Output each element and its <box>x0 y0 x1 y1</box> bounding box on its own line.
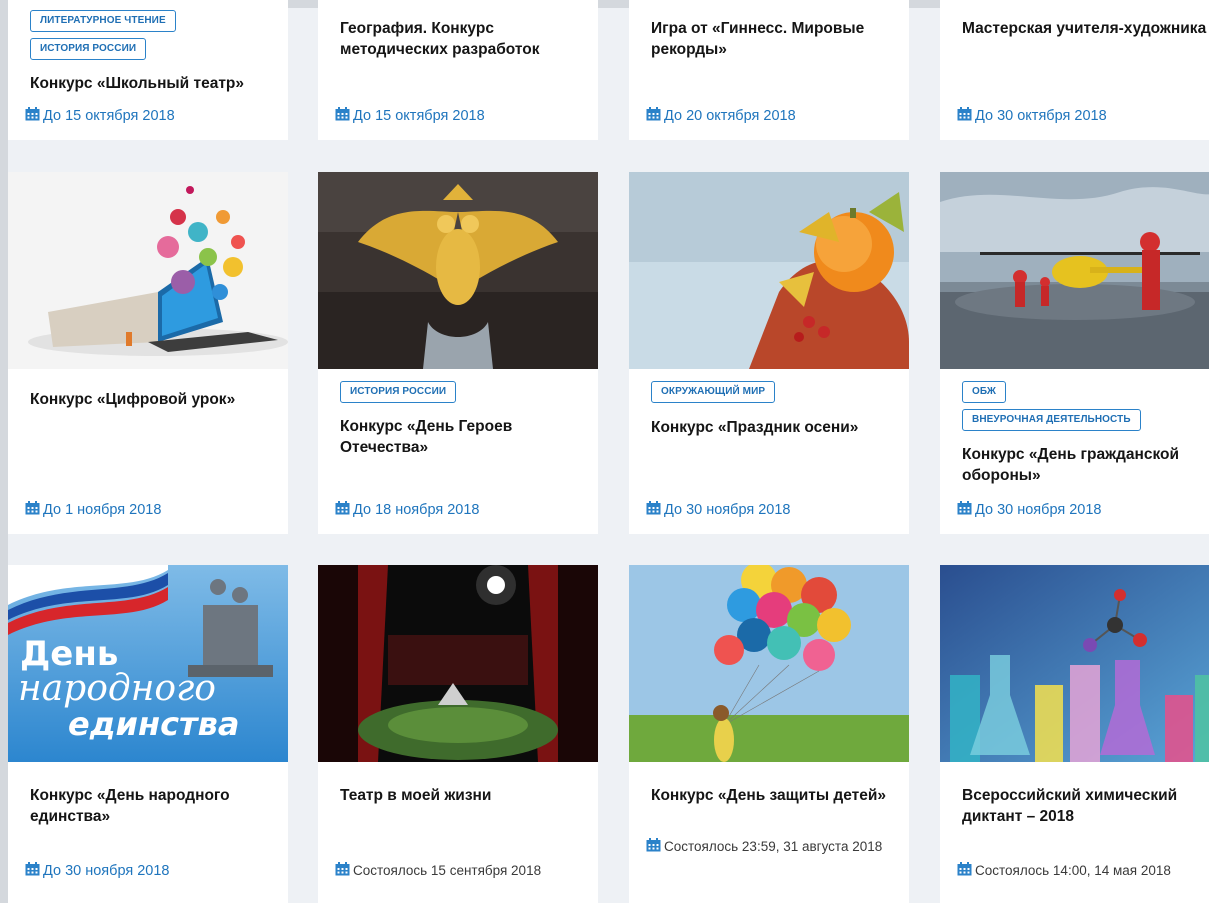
calendar-icon <box>25 107 40 121</box>
contest-card[interactable]: День народного единства Конкурс «День на… <box>8 565 288 903</box>
card-title[interactable]: Конкурс «Цифровой урок» <box>30 389 280 410</box>
card-date: Состоялось 14:00, 14 мая 2018 <box>957 857 1209 885</box>
card-title[interactable]: Конкурс «Праздник осени» <box>651 417 901 438</box>
subject-tag[interactable]: ЛИТЕРАТУРНОЕ ЧТЕНИЕ <box>30 10 176 32</box>
subject-tag[interactable]: ВНЕУРОЧНАЯ ДЕЯТЕЛЬНОСТЬ <box>962 409 1141 431</box>
card-image-chemistry[interactable] <box>940 565 1209 762</box>
calendar-icon <box>957 107 972 121</box>
contest-card[interactable]: Конкурс «День защиты детей» Состоялось 2… <box>629 565 909 903</box>
contest-card[interactable]: ЛИТЕРАТУРНОЕ ЧТЕНИЕ ИСТОРИЯ РОССИИ Конку… <box>8 0 288 140</box>
card-date: До 30 ноября 2018 <box>25 857 283 885</box>
card-image-helicopter[interactable] <box>940 172 1209 369</box>
calendar-icon <box>646 107 661 121</box>
contest-card[interactable]: Всероссийский химический диктант – 2018 … <box>940 565 1209 903</box>
card-image-digital-lesson[interactable] <box>8 172 288 369</box>
calendar-icon <box>957 862 972 876</box>
contest-card[interactable]: ОКРУЖАЮЩИЙ МИР Конкурс «Праздник осени» … <box>629 172 909 534</box>
subject-tag[interactable]: ИСТОРИЯ РОССИИ <box>30 38 147 60</box>
card-title[interactable]: Конкурс «День гражданской обороны» <box>962 444 1209 486</box>
contest-grid: ЛИТЕРАТУРНОЕ ЧТЕНИЕ ИСТОРИЯ РОССИИ Конку… <box>0 0 1209 903</box>
tag-list: ОБЖ ВНЕУРОЧНАЯ ДЕЯТЕЛЬНОСТЬ <box>962 381 1141 437</box>
card-date: До 1 ноября 2018 <box>25 496 283 524</box>
subject-tag[interactable]: ОБЖ <box>962 381 1007 403</box>
card-title[interactable]: Конкурс «День Героев Отечества» <box>340 416 590 458</box>
card-date: До 30 ноября 2018 <box>957 496 1209 524</box>
contest-card[interactable]: Игра от «Гиннесс. Мировые рекорды» До 20… <box>629 0 909 140</box>
tag-list: ЛИТЕРАТУРНОЕ ЧТЕНИЕ ИСТОРИЯ РОССИИ <box>30 10 176 66</box>
calendar-icon <box>957 501 972 515</box>
card-date: До 20 октября 2018 <box>646 102 904 130</box>
contest-card[interactable]: Конкурс «Цифровой урок» До 1 ноября 2018 <box>8 172 288 534</box>
calendar-icon <box>25 862 40 876</box>
card-title[interactable]: Конкурс «Школьный театр» <box>30 73 280 94</box>
image-caption: единства <box>68 705 239 743</box>
card-date: До 30 октября 2018 <box>957 102 1209 130</box>
card-image-autumn[interactable] <box>629 172 909 369</box>
calendar-icon <box>335 862 350 876</box>
subject-tag[interactable]: ОКРУЖАЮЩИЙ МИР <box>651 381 776 403</box>
contest-card[interactable]: Театр в моей жизни Состоялось 15 сентябр… <box>318 565 598 903</box>
calendar-icon <box>25 501 40 515</box>
card-image-eagle[interactable] <box>318 172 598 369</box>
card-date: До 15 октября 2018 <box>335 102 593 130</box>
subject-tag[interactable]: ИСТОРИЯ РОССИИ <box>340 381 457 403</box>
image-caption: народного <box>18 668 216 709</box>
contest-card[interactable]: Мастерская учителя-художника До 30 октяб… <box>940 0 1209 140</box>
tag-list: ОКРУЖАЮЩИЙ МИР <box>651 381 776 409</box>
card-date: До 30 ноября 2018 <box>646 496 904 524</box>
card-date: Состоялось 15 сентября 2018 <box>335 857 593 885</box>
card-title[interactable]: Мастерская учителя-художника <box>962 18 1209 39</box>
card-date: Состоялось 23:59, 31 августа 2018 <box>646 833 886 861</box>
card-title[interactable]: Конкурс «День народного единства» <box>30 785 280 827</box>
calendar-icon <box>646 838 661 852</box>
card-image-balloons[interactable] <box>629 565 909 762</box>
calendar-icon <box>646 501 661 515</box>
card-title[interactable]: Всероссийский химический диктант – 2018 <box>962 785 1209 827</box>
card-image-unity-day[interactable]: День народного единства <box>8 565 288 762</box>
contest-card[interactable]: ИСТОРИЯ РОССИИ Конкурс «День Героев Отеч… <box>318 172 598 534</box>
card-image-theatre[interactable] <box>318 565 598 762</box>
card-title[interactable]: Игра от «Гиннесс. Мировые рекорды» <box>651 18 901 60</box>
card-title[interactable]: Театр в моей жизни <box>340 785 590 806</box>
contest-card[interactable]: География. Конкурс методических разработ… <box>318 0 598 140</box>
calendar-icon <box>335 107 350 121</box>
tag-list: ИСТОРИЯ РОССИИ <box>340 381 457 409</box>
card-title[interactable]: Конкурс «День защиты детей» <box>651 785 901 806</box>
card-date: До 18 ноября 2018 <box>335 496 593 524</box>
card-date: До 15 октября 2018 <box>25 102 283 130</box>
calendar-icon <box>335 501 350 515</box>
card-title[interactable]: География. Конкурс методических разработ… <box>340 18 590 60</box>
contest-card[interactable]: ОБЖ ВНЕУРОЧНАЯ ДЕЯТЕЛЬНОСТЬ Конкурс «Ден… <box>940 172 1209 534</box>
